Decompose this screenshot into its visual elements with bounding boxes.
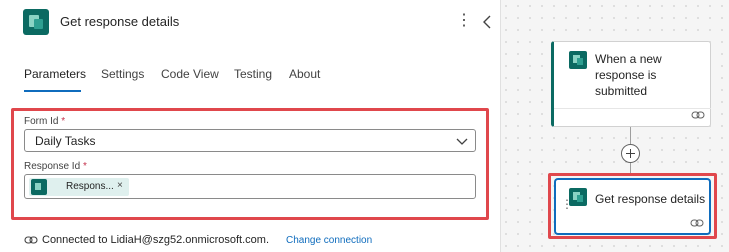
link-icon: [690, 219, 704, 227]
response-id-label-text: Response Id: [24, 161, 81, 172]
connection-text: Connected to LidiaH@szg52.onmicrosoft.co…: [42, 234, 269, 246]
trigger-card[interactable]: When a new response is submitted: [551, 41, 711, 127]
panel-divider: [500, 0, 501, 252]
link-icon: [691, 111, 705, 119]
form-id-value: Daily Tasks: [35, 134, 96, 148]
response-id-token[interactable]: Respons... ×: [29, 178, 129, 196]
response-id-input[interactable]: Respons... ×: [24, 174, 476, 199]
tab-testing[interactable]: Testing: [234, 67, 272, 81]
chevron-left-icon[interactable]: [481, 12, 493, 32]
tab-parameters[interactable]: Parameters: [24, 67, 86, 81]
more-vertical-icon[interactable]: ⋮: [456, 11, 472, 31]
tab-code-view[interactable]: Code View: [161, 67, 219, 81]
response-id-label: Response Id *: [24, 161, 87, 172]
details-panel: Get response details ⋮ Parameters Settin…: [0, 0, 500, 252]
trigger-card-title: When a new response is submitted: [595, 52, 662, 98]
action-card-title: Get response details: [595, 192, 706, 206]
link-icon: [24, 236, 38, 244]
form-id-dropdown[interactable]: Daily Tasks: [24, 129, 476, 152]
flow-connector: [630, 127, 631, 144]
change-connection-link[interactable]: Change connection: [286, 235, 372, 246]
form-id-label: Form Id *: [24, 116, 65, 127]
tab-about[interactable]: About: [289, 67, 320, 81]
token-label: Respons...: [66, 181, 114, 192]
forms-icon: [31, 179, 47, 195]
required-marker: *: [82, 161, 87, 172]
tab-settings[interactable]: Settings: [101, 67, 144, 81]
chevron-down-icon[interactable]: [455, 134, 469, 148]
drag-handle-icon[interactable]: ⋮: [561, 198, 573, 210]
action-card[interactable]: Get response details: [555, 179, 710, 234]
forms-icon: [569, 51, 587, 69]
panel-title: Get response details: [60, 14, 180, 29]
forms-icon: [23, 9, 49, 35]
form-id-label-text: Form Id: [24, 116, 59, 127]
remove-token-icon[interactable]: ×: [117, 180, 123, 191]
tab-active-indicator: [24, 90, 81, 92]
required-marker: *: [61, 116, 66, 127]
card-divider: [554, 108, 711, 109]
add-step-icon[interactable]: [621, 144, 640, 163]
panel-header: Get response details ⋮: [0, 0, 500, 46]
